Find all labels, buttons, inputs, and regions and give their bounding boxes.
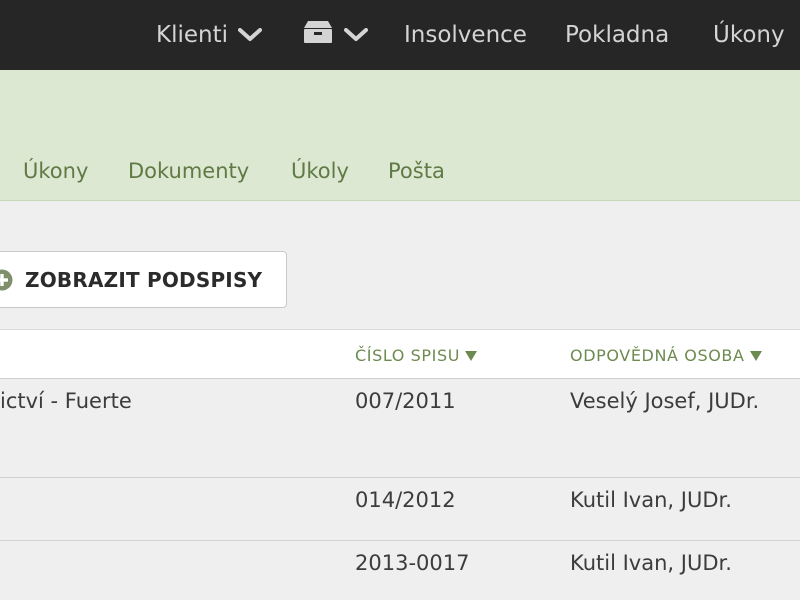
table-row[interactable]: 2013-0017 Kutil Ivan, JUDr. bbox=[0, 541, 800, 600]
nav-insolvence[interactable]: Insolvence bbox=[404, 0, 527, 70]
nav-archive-menu[interactable] bbox=[304, 0, 368, 70]
cell-responsible-person: Kutil Ivan, JUDr. bbox=[570, 551, 732, 575]
show-subfiles-label: ZOBRAZIT PODSPISY bbox=[25, 267, 263, 292]
tab-ukoly[interactable]: Úkoly bbox=[291, 156, 349, 186]
nav-insolvence-label: Insolvence bbox=[404, 22, 527, 48]
tab-ukony[interactable]: Úkony bbox=[23, 156, 88, 186]
table-row[interactable]: ictví - Fuerte 007/2011 Veselý Josef, JU… bbox=[0, 379, 800, 478]
cell-file-number: 007/2011 bbox=[355, 389, 456, 413]
sort-down-icon bbox=[465, 346, 478, 365]
column-header-responsible-person[interactable]: ODPOVĚDNÁ OSOBA bbox=[570, 330, 762, 380]
chevron-down-icon bbox=[344, 28, 368, 42]
sort-down-icon bbox=[749, 346, 762, 365]
nav-pokladna[interactable]: Pokladna bbox=[565, 0, 669, 70]
section-header: Úkony Dokumenty Úkoly Pošta bbox=[0, 70, 800, 201]
cell-file-number: 2013-0017 bbox=[355, 551, 470, 575]
nav-ukony-label: Úkony bbox=[713, 22, 785, 48]
chevron-down-icon bbox=[238, 28, 262, 42]
tab-dokumenty[interactable]: Dokumenty bbox=[128, 156, 249, 186]
nav-pokladna-label: Pokladna bbox=[565, 22, 670, 48]
tab-posta[interactable]: Pošta bbox=[388, 156, 445, 186]
top-navigation-bar: Klienti Insolvence Pokladna Úkony bbox=[0, 0, 800, 70]
column-header-file-number[interactable]: ČÍSLO SPISU bbox=[355, 330, 478, 380]
nav-clients-label: Klienti bbox=[156, 22, 228, 48]
show-subfiles-button[interactable]: ZOBRAZIT PODSPISY bbox=[0, 251, 287, 308]
nav-clients-menu[interactable]: Klienti bbox=[156, 0, 262, 70]
plus-circle-icon bbox=[0, 269, 13, 295]
cell-responsible-person: Kutil Ivan, JUDr. bbox=[570, 488, 732, 512]
archive-icon bbox=[304, 20, 334, 50]
cell-name: ictví - Fuerte bbox=[0, 389, 132, 413]
nav-ukony[interactable]: Úkony bbox=[713, 0, 785, 70]
files-table: ČÍSLO SPISU ODPOVĚDNÁ OSOBA ictví - Fuer… bbox=[0, 329, 800, 600]
cell-responsible-person: Veselý Josef, JUDr. bbox=[570, 389, 760, 413]
column-header-label: ČÍSLO SPISU bbox=[355, 345, 461, 365]
table-row[interactable]: 014/2012 Kutil Ivan, JUDr. bbox=[0, 478, 800, 541]
table-header: ČÍSLO SPISU ODPOVĚDNÁ OSOBA bbox=[0, 329, 800, 379]
column-header-label: ODPOVĚDNÁ OSOBA bbox=[570, 345, 745, 365]
cell-file-number: 014/2012 bbox=[355, 488, 456, 512]
